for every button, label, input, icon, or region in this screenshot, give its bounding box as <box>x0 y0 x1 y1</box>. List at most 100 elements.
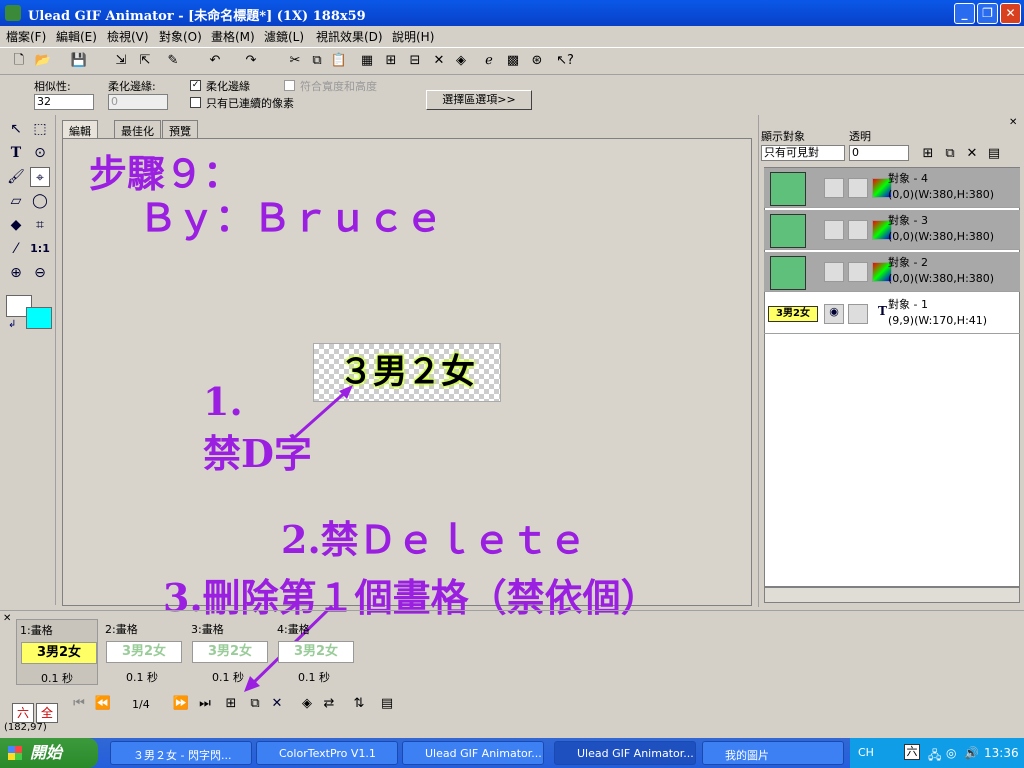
actual-size-tool-icon[interactable]: 1:1 <box>30 239 50 259</box>
crop-tool-icon[interactable]: ⌗ <box>30 215 50 235</box>
eyedropper-tool-icon[interactable]: ⁄ <box>6 239 26 259</box>
menu-filter[interactable]: 濾鏡(L) <box>264 28 304 45</box>
fill-tool-icon[interactable]: ◆ <box>6 215 26 235</box>
pick-tool-icon[interactable]: ↖ <box>6 119 26 139</box>
menu-frame[interactable]: 畫格(M) <box>211 28 255 45</box>
menu-edit[interactable]: 編輯(E) <box>56 28 97 45</box>
taskbar-item-active[interactable]: Ulead GIF Animator... <box>554 741 696 765</box>
lock-toggle[interactable] <box>848 178 868 198</box>
close-button[interactable]: ✕ <box>1000 3 1021 24</box>
text-tool-icon[interactable]: T <box>6 143 26 163</box>
copy-icon[interactable]: ⧉ <box>308 52 326 70</box>
language-indicator[interactable]: CH <box>858 746 874 759</box>
add-frame-icon[interactable]: ⊞ <box>222 695 240 713</box>
marquee-tool-icon[interactable]: ⬚ <box>30 119 50 139</box>
new-object-icon[interactable]: ⊞ <box>919 145 937 163</box>
visibility-toggle[interactable] <box>824 262 844 282</box>
eraser-tool-icon[interactable]: ▱ <box>6 191 26 211</box>
list-item[interactable]: 對象 - 4 (0,0)(W:380,H:380) <box>764 168 1020 208</box>
tab-optimize[interactable]: 最佳化 <box>114 120 161 138</box>
zoom-in-icon[interactable]: ⊕ <box>6 263 26 283</box>
save-icon[interactable]: 💾 <box>70 52 88 70</box>
tab-preview[interactable]: 預覽 <box>162 120 198 138</box>
zoom-out-icon[interactable]: ⊖ <box>30 263 50 283</box>
menu-video-effects[interactable]: 視訊效果(D) <box>316 28 383 45</box>
add-frame-icon[interactable]: ⊞ <box>382 52 400 70</box>
object-list-scrollbar[interactable] <box>764 587 1020 603</box>
antialias-checkbox[interactable]: ✓ <box>190 80 201 91</box>
tray-app-icon[interactable]: ◎ <box>946 746 956 760</box>
frame-thumbnail[interactable]: 4:畫格 3男2女 0.1 秒 <box>274 619 356 685</box>
export-icon[interactable]: ⇱ <box>136 52 154 70</box>
menu-object[interactable]: 對象(O) <box>159 28 202 45</box>
contiguous-checkbox[interactable] <box>190 97 201 108</box>
magic-wand-tool-icon[interactable]: ⌖ <box>30 167 50 187</box>
next-frame-icon[interactable]: ⏩ <box>172 695 190 713</box>
link-icon[interactable]: ⊛ <box>528 52 546 70</box>
feather-input[interactable]: 0 <box>108 94 168 110</box>
lock-toggle[interactable] <box>848 304 868 324</box>
import-icon[interactable]: ⇲ <box>112 52 130 70</box>
eye-icon[interactable]: ◉ <box>824 304 844 324</box>
network-icon[interactable]: 🖧 <box>928 746 941 767</box>
list-item[interactable]: 對象 - 3 (0,0)(W:380,H:380) <box>764 210 1020 250</box>
volume-icon[interactable]: 🔊 <box>964 746 979 760</box>
lock-toggle[interactable] <box>848 220 868 240</box>
similarity-input[interactable]: 32 <box>34 94 94 110</box>
open-icon[interactable]: 📂 <box>34 52 52 70</box>
last-frame-icon[interactable]: ⏭ <box>196 695 214 713</box>
menu-help[interactable]: 說明(H) <box>392 28 434 45</box>
duplicate-frame-icon[interactable]: ⊟ <box>406 52 424 70</box>
frame-panel-close-icon[interactable]: ✕ <box>3 613 11 624</box>
frame-properties-icon[interactable]: ▦ <box>358 52 376 70</box>
first-frame-icon[interactable]: ⏮ <box>70 695 88 713</box>
restore-button[interactable]: ❐ <box>977 3 998 24</box>
tween-icon[interactable]: ◈ <box>298 695 316 713</box>
canvas-area[interactable]: 步驟９： Ｂｙ：Ｂｒｕｃｅ ３男２女 1. 禁D字 2.禁Ｄｅｌｅｔｅ 3.刪除… <box>62 138 752 620</box>
opacity-input[interactable]: 0 <box>849 145 909 161</box>
delete-frame-icon[interactable]: ✕ <box>268 695 286 713</box>
frame-thumbnail[interactable]: 2:畫格 3男2女 0.1 秒 <box>102 619 184 685</box>
transform-tool-icon[interactable]: ⊙ <box>30 143 50 163</box>
fit-checkbox[interactable] <box>284 80 295 91</box>
browser-preview-icon[interactable]: ℯ <box>480 52 498 70</box>
background-color-swatch[interactable] <box>26 307 52 329</box>
object-properties-icon[interactable]: ▤ <box>985 145 1003 163</box>
delete-object-icon[interactable]: ✕ <box>963 145 981 163</box>
visibility-toggle[interactable] <box>824 178 844 198</box>
taskbar-item[interactable]: Ulead GIF Animator... <box>402 741 544 765</box>
cut-icon[interactable]: ✂ <box>286 52 304 70</box>
undo-icon[interactable]: ↶ <box>206 52 224 70</box>
redo-icon[interactable]: ↷ <box>242 52 260 70</box>
optimize-frame-icon[interactable]: ⇅ <box>350 695 368 713</box>
delete-frame-icon[interactable]: ✕ <box>430 52 448 70</box>
frame-properties-icon[interactable]: ▤ <box>378 695 396 713</box>
taskbar-item[interactable]: ３男２女 - 閃字閃... <box>110 741 252 765</box>
paste-icon[interactable]: 📋 <box>330 52 348 70</box>
swap-colors-icon[interactable]: ↲ <box>8 319 16 330</box>
list-item[interactable]: 對象 - 2 (0,0)(W:380,H:380) <box>764 252 1020 292</box>
ime-indicator[interactable]: 六 <box>904 744 920 760</box>
clock[interactable]: 13:36 <box>984 746 1019 760</box>
duplicate-object-icon[interactable]: ⧉ <box>941 145 959 163</box>
frame-thumbnail[interactable]: 3:畫格 3男2女 0.1 秒 <box>188 619 270 685</box>
menu-view[interactable]: 檢視(V) <box>107 28 149 45</box>
menu-file[interactable]: 檔案(F) <box>6 28 46 45</box>
reverse-icon[interactable]: ⇄ <box>320 695 338 713</box>
list-item[interactable]: 3男2女 ◉ T 對象 - 1 (9,9)(W:170,H:41) <box>764 294 1020 334</box>
minimize-button[interactable]: _ <box>954 3 975 24</box>
visibility-toggle[interactable] <box>824 220 844 240</box>
frame-thumbnail[interactable]: 1:畫格 3男2女 0.1 秒 <box>16 619 98 685</box>
lasso-tool-icon[interactable]: ◯ <box>30 191 50 211</box>
tab-edit[interactable]: 編輯 <box>62 120 98 139</box>
object-filter-select[interactable]: 只有可見對 <box>761 145 845 161</box>
optimize-icon[interactable]: ▩ <box>504 52 522 70</box>
tween-icon[interactable]: ◈ <box>452 52 470 70</box>
paintbrush-tool-icon[interactable]: 🖌 <box>6 167 26 187</box>
help-pointer-icon[interactable]: ↖? <box>556 52 574 70</box>
duplicate-frame-icon[interactable]: ⧉ <box>246 695 264 713</box>
taskbar-item[interactable]: ColorTextPro V1.1 <box>256 741 398 765</box>
lock-toggle[interactable] <box>848 262 868 282</box>
panel-close-icon[interactable]: ✕ <box>1009 117 1017 128</box>
selection-options-button[interactable]: 選擇區選項>> <box>426 90 532 110</box>
